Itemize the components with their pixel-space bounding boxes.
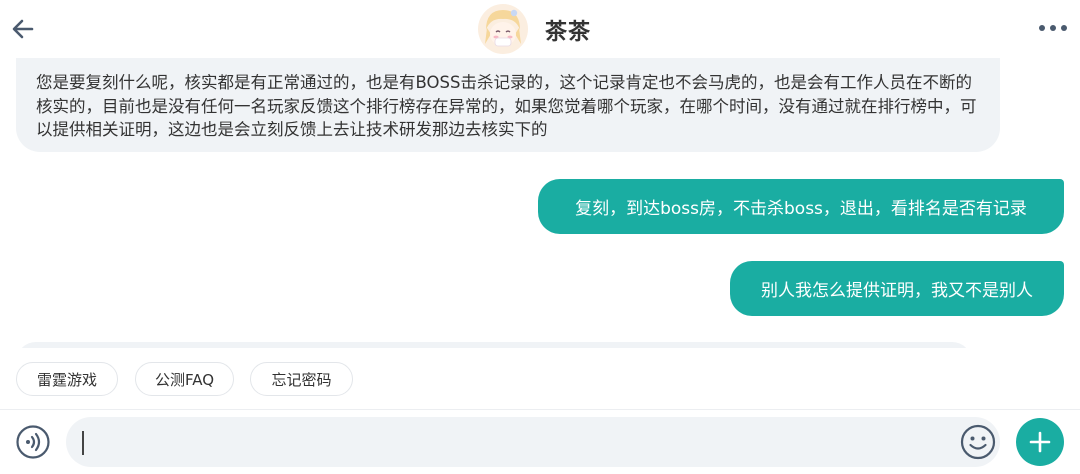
- divider: [0, 409, 1080, 410]
- text-cursor: [82, 431, 84, 455]
- chat-header: 茶茶: [0, 0, 1080, 58]
- message-list[interactable]: 您是要复刻什么呢，核实都是有正常通过的，也是有BOSS击杀记录的，这个记录肯定也…: [0, 58, 1080, 348]
- back-arrow-icon[interactable]: [8, 12, 38, 46]
- plus-icon: [1029, 431, 1051, 453]
- avatar[interactable]: [478, 4, 528, 54]
- outgoing-message: 别人我怎么提供证明，我又不是别人: [730, 261, 1064, 316]
- page-title: 茶茶: [545, 20, 592, 45]
- incoming-message-partial: [16, 342, 972, 348]
- incoming-message: 您是要复刻什么呢，核实都是有正常通过的，也是有BOSS击杀记录的，这个记录肯定也…: [16, 58, 1000, 152]
- quick-reply-button[interactable]: 公测FAQ: [135, 362, 234, 396]
- more-dots-icon[interactable]: [1036, 18, 1070, 38]
- plus-button[interactable]: [1016, 418, 1064, 466]
- quick-reply-button[interactable]: 雷霆游戏: [16, 362, 118, 396]
- emoji-icon[interactable]: [960, 424, 996, 460]
- quick-reply-button[interactable]: 忘记密码: [250, 362, 353, 396]
- outgoing-message: 复刻，到达boss房，不击杀boss，退出，看排名是否有记录: [538, 179, 1064, 234]
- message-input[interactable]: [66, 417, 1000, 467]
- voice-icon[interactable]: [16, 425, 50, 459]
